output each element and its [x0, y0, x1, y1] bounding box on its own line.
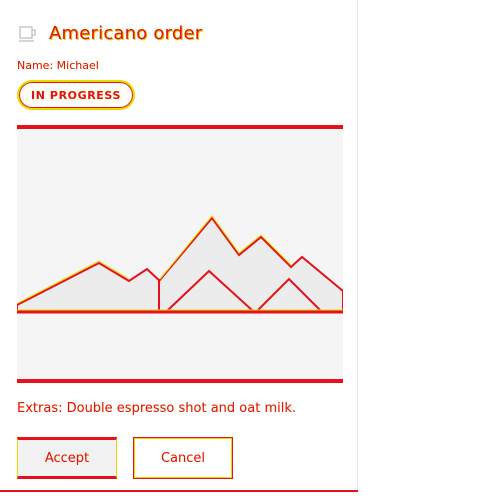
- mountain-image-placeholder: [17, 129, 343, 379]
- card-header: Americano order: [17, 20, 202, 46]
- accept-button[interactable]: Accept: [17, 437, 117, 479]
- product-image: [17, 125, 343, 383]
- cancel-button[interactable]: Cancel: [133, 437, 233, 479]
- status-badge: IN PROGRESS: [17, 80, 135, 110]
- coffee-cup-icon: [17, 22, 39, 44]
- order-card: Americano order Name: Michael IN PROGRES…: [0, 0, 358, 492]
- status-label: IN PROGRESS: [31, 88, 121, 102]
- order-extras: Extras: Double espresso shot and oat mil…: [17, 401, 296, 416]
- order-title: Americano order: [49, 22, 203, 44]
- card-bottom-border: [0, 490, 358, 492]
- customer-name: Name: Michael: [17, 59, 99, 72]
